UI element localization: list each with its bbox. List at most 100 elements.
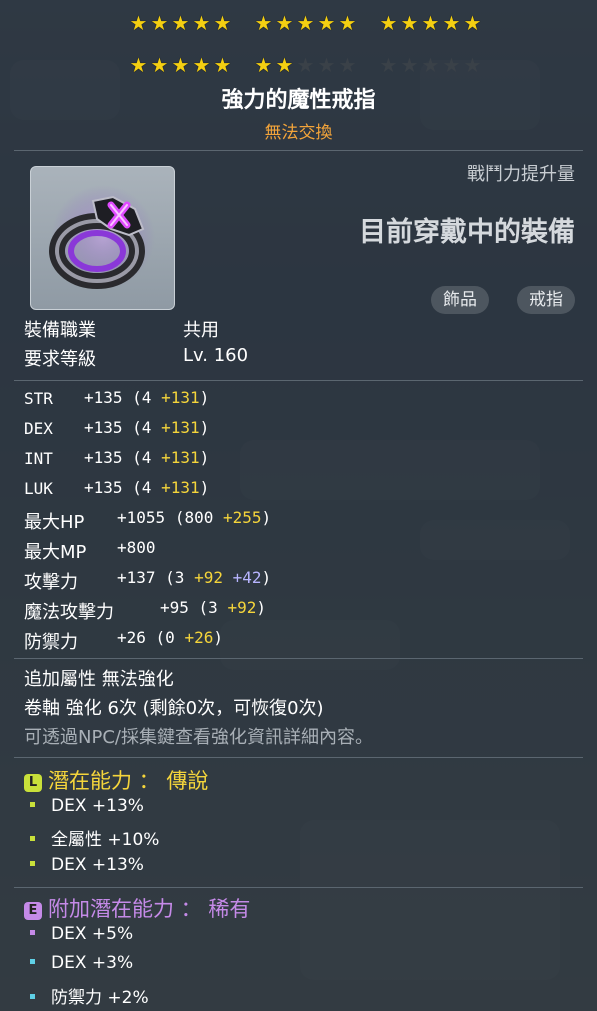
star-filled-icon: ★ bbox=[442, 11, 461, 35]
divider bbox=[14, 658, 583, 659]
divider bbox=[14, 757, 583, 758]
req-level-label: 要求等級 bbox=[24, 349, 96, 370]
star-filled-icon: ★ bbox=[421, 11, 440, 35]
star-filled-icon: ★ bbox=[317, 11, 336, 35]
item-name: 強力的魔性戒指 bbox=[221, 88, 376, 113]
stat-close: ) bbox=[199, 448, 210, 467]
additional-option-text: 追加屬性 無法強化 bbox=[24, 669, 174, 690]
stat-close: ) bbox=[199, 388, 210, 407]
bullet-icon bbox=[30, 994, 35, 999]
stat-row: 魔法攻擊力 +95 (3 +92) bbox=[24, 598, 266, 624]
star-filled-icon: ★ bbox=[171, 53, 190, 77]
stat-bonus: +92 bbox=[194, 568, 223, 587]
stat-name: 攻擊力 bbox=[24, 572, 78, 593]
trade-status: 無法交換 bbox=[264, 123, 333, 143]
rare-badge-icon: E bbox=[24, 902, 42, 920]
stat-base: (0 bbox=[155, 628, 175, 647]
stat-row: 最大MP +800 bbox=[24, 538, 156, 564]
bullet-icon bbox=[30, 930, 35, 935]
star-empty-icon: ★ bbox=[421, 53, 440, 77]
combat-power-label: 戰鬥力提升量 bbox=[467, 164, 575, 185]
stat-total: +135 bbox=[84, 478, 123, 497]
bullet-icon bbox=[30, 959, 35, 964]
star-empty-icon: ★ bbox=[338, 53, 357, 77]
req-job-value: 共用 bbox=[183, 320, 219, 341]
req-job-label: 裝備職業 bbox=[24, 320, 96, 341]
stat-bonus: +131 bbox=[161, 418, 200, 437]
star-filled-icon: ★ bbox=[338, 11, 357, 35]
potential-line-text: DEX +5% bbox=[51, 924, 134, 944]
stat-extra: +42 bbox=[232, 568, 262, 587]
stat-name: 防禦力 bbox=[24, 632, 78, 653]
stat-row: STR +135 (4 +131) bbox=[24, 388, 209, 409]
potential-line: DEX +13% bbox=[30, 855, 144, 875]
stat-total: +135 bbox=[84, 418, 123, 437]
stat-name: INT bbox=[24, 449, 53, 468]
star-filled-icon: ★ bbox=[400, 11, 419, 35]
star-filled-icon: ★ bbox=[254, 53, 273, 77]
stat-base: (4 bbox=[132, 478, 152, 497]
stat-base: (4 bbox=[132, 418, 152, 437]
currently-equipped-text: 目前穿戴中的裝備 bbox=[359, 217, 575, 248]
stat-name: DEX bbox=[24, 419, 53, 438]
stat-total: +135 bbox=[84, 448, 123, 467]
star-filled-icon: ★ bbox=[379, 11, 398, 35]
stat-base: (4 bbox=[132, 448, 152, 467]
star-filled-icon: ★ bbox=[463, 11, 482, 35]
stat-close: ) bbox=[261, 508, 272, 527]
potential-line: 防禦力 +2% bbox=[30, 983, 149, 1008]
potential-header: L 潛在能力 ： 傳說 bbox=[24, 765, 208, 795]
stat-name: STR bbox=[24, 389, 53, 408]
req-level-value: Lv. 160 bbox=[183, 345, 249, 366]
potential-line: DEX +5% bbox=[30, 924, 133, 944]
additional-potential-header: E 附加潛在能力 ： 稀有 bbox=[24, 893, 250, 923]
stat-bonus: +255 bbox=[222, 508, 262, 527]
stat-base: (4 bbox=[132, 388, 152, 407]
stat-bonus: +131 bbox=[161, 478, 200, 497]
star-empty-icon: ★ bbox=[296, 53, 315, 77]
star-empty-icon: ★ bbox=[442, 53, 461, 77]
stat-row: 攻擊力 +137 (3 +92 +42) bbox=[24, 568, 271, 594]
star-filled-icon: ★ bbox=[213, 11, 232, 35]
divider bbox=[14, 887, 583, 888]
stat-row: 最大HP +1055 (800 +255) bbox=[24, 508, 271, 534]
stat-close: ) bbox=[199, 478, 210, 497]
potential-line: DEX +13% bbox=[30, 796, 144, 816]
bullet-icon bbox=[30, 802, 35, 807]
stat-close: ) bbox=[199, 418, 210, 437]
potential-line-text: 防禦力 +2% bbox=[51, 988, 149, 1008]
stat-row: INT +135 (4 +131) bbox=[24, 448, 209, 469]
enhance-hint-text: 可透過NPC/採集鍵查看強化資訊詳細內容。 bbox=[24, 727, 373, 748]
stat-row: LUK +135 (4 +131) bbox=[24, 478, 209, 499]
star-filled-icon: ★ bbox=[213, 53, 232, 77]
bullet-icon bbox=[30, 861, 35, 866]
stat-total: +1055 bbox=[117, 508, 166, 527]
star-filled-icon: ★ bbox=[129, 53, 148, 77]
stat-base: (3 bbox=[165, 568, 185, 587]
star-filled-icon: ★ bbox=[275, 11, 294, 35]
star-filled-icon: ★ bbox=[192, 53, 211, 77]
purple-ring-icon bbox=[49, 185, 155, 289]
req-level: 要求等級 Lv. 160 bbox=[24, 345, 248, 371]
stat-row: 防禦力 +26 (0 +26) bbox=[24, 628, 223, 654]
star-filled-icon: ★ bbox=[192, 11, 211, 35]
star-empty-icon: ★ bbox=[317, 53, 336, 77]
potential-line-text: DEX +13% bbox=[51, 855, 144, 875]
stat-base: (800 bbox=[174, 508, 214, 527]
stat-bonus: +131 bbox=[161, 448, 200, 467]
stat-name: 最大MP bbox=[24, 542, 87, 563]
bullet-icon bbox=[30, 836, 35, 841]
star-filled-icon: ★ bbox=[150, 53, 169, 77]
additional-potential-title: 附加潛在能力 ： 稀有 bbox=[48, 897, 251, 921]
stat-bonus: +92 bbox=[227, 598, 257, 617]
potential-line-text: DEX +13% bbox=[51, 796, 144, 816]
stat-total: +800 bbox=[117, 538, 156, 557]
star-filled-icon: ★ bbox=[296, 11, 315, 35]
stat-total: +95 bbox=[160, 598, 189, 617]
stat-bonus: +131 bbox=[161, 388, 200, 407]
stat-row: DEX +135 (4 +131) bbox=[24, 418, 209, 439]
tag-accessory: 飾品 bbox=[431, 286, 489, 314]
stat-total: +135 bbox=[84, 388, 123, 407]
potential-line: 全屬性 +10% bbox=[30, 825, 159, 850]
star-empty-icon: ★ bbox=[400, 53, 419, 77]
